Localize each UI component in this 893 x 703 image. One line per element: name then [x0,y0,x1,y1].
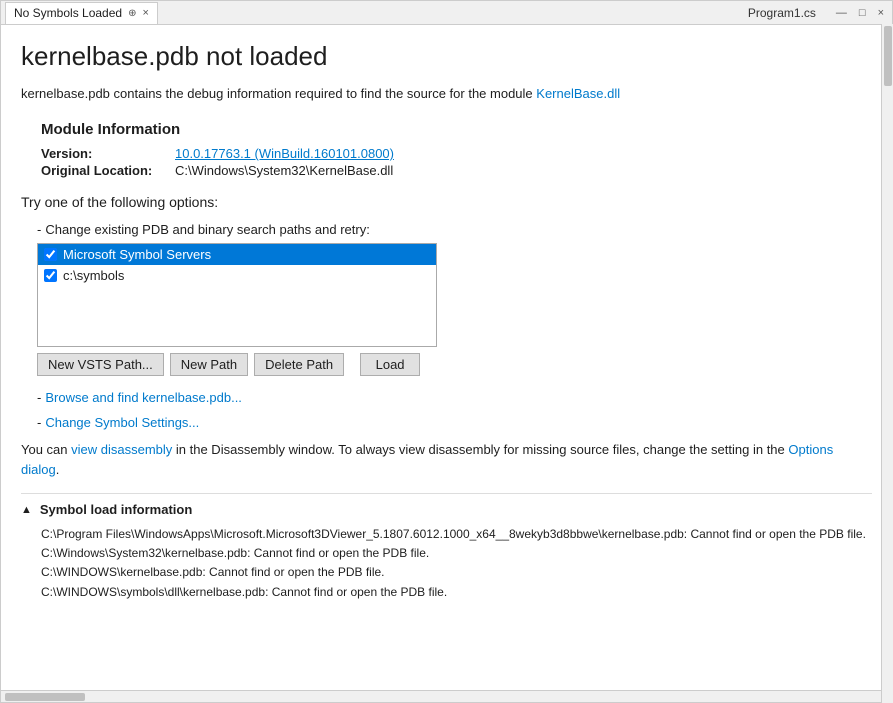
paths-empty-area [38,286,436,346]
option1-dash: - [37,222,41,237]
path-item-microsoft[interactable]: Microsoft Symbol Servers [38,244,436,265]
minimize-btn[interactable]: — [832,7,851,19]
inline-text: You can view disassembly in the Disassem… [21,440,872,479]
log-line-1: C:\Program Files\WindowsApps\Microsoft.M… [41,525,872,544]
change-symbol-settings-link[interactable]: Change Symbol Settings... [45,415,199,430]
option2-dash: - [37,390,41,405]
path-label-csymbols: c:\symbols [63,268,124,283]
option2-block: - Browse and find kernelbase.pdb... [37,390,872,405]
path-checkbox-microsoft[interactable] [44,248,57,261]
window-controls: Program1.cs — □ × [744,6,888,20]
load-button[interactable]: Load [360,353,420,376]
location-label: Original Location: [41,163,171,178]
log-line-2: C:\Windows\System32\kernelbase.pdb: Cann… [41,544,872,563]
chevron-icon[interactable]: ▲ [21,504,32,516]
options-title: Try one of the following options: [21,194,872,210]
description: kernelbase.pdb contains the debug inform… [21,86,872,101]
inline-mid: in the Disassembly window. To always vie… [172,442,788,457]
tab-label: No Symbols Loaded [14,6,122,20]
log-line-3: C:\WINDOWS\kernelbase.pdb: Cannot find o… [41,563,872,582]
symbol-section-label: Symbol load information [40,502,192,517]
option3-dash: - [37,415,41,430]
restore-btn[interactable]: □ [855,7,870,19]
path-item-csymbols[interactable]: c:\symbols [38,265,436,286]
location-row: Original Location: C:\Windows\System32\K… [41,163,872,178]
option1-text: Change existing PDB and binary search pa… [45,222,369,237]
content-area: kernelbase.pdb not loaded kernelbase.pdb… [1,25,892,690]
paths-list: Microsoft Symbol Servers c:\symbols [37,243,437,347]
page-title: kernelbase.pdb not loaded [21,41,872,72]
view-disassembly-link[interactable]: view disassembly [71,442,172,457]
new-path-button[interactable]: New Path [170,353,248,376]
symbol-section: ▲ Symbol load information C:\Program Fil… [21,493,872,602]
location-value: C:\Windows\System32\KernelBase.dll [175,163,393,178]
version-label: Version: [41,146,171,161]
delete-path-button[interactable]: Delete Path [254,353,344,376]
option1-header: - Change existing PDB and binary search … [37,222,872,237]
title-bar: No Symbols Loaded ⊕ × Program1.cs — □ × [1,1,892,25]
version-row: Version: 10.0.17763.1 (WinBuild.160101.0… [41,146,872,161]
buttons-row: New VSTS Path... New Path Delete Path Lo… [37,353,872,376]
horizontal-scrollbar[interactable] [1,690,892,702]
browse-find-link[interactable]: Browse and find kernelbase.pdb... [45,390,242,405]
tab-no-symbols[interactable]: No Symbols Loaded ⊕ × [5,2,158,24]
close-btn[interactable]: × [874,7,888,19]
vertical-scrollbar[interactable] [881,24,893,703]
vscroll-thumb [884,26,892,86]
module-information: Module Information Version: 10.0.17763.1… [41,121,872,178]
version-value[interactable]: 10.0.17763.1 (WinBuild.160101.0800) [175,146,394,161]
inline-end: . [56,462,60,477]
symbol-header: ▲ Symbol load information [21,502,872,517]
symbol-logs: C:\Program Files\WindowsApps\Microsoft.M… [41,525,872,602]
kernelbase-link[interactable]: KernelBase.dll [536,86,620,101]
path-checkbox-csymbols[interactable] [44,269,57,282]
tab-close-icon[interactable]: × [142,7,148,19]
filename-label: Program1.cs [744,6,820,20]
description-text: kernelbase.pdb contains the debug inform… [21,86,536,101]
new-vsts-path-button[interactable]: New VSTS Path... [37,353,164,376]
log-line-4: C:\WINDOWS\symbols\dll\kernelbase.pdb: C… [41,583,872,602]
scrollbar-thumb [5,693,85,701]
tab-pin-icon[interactable]: ⊕ [128,8,136,19]
inline-prefix: You can [21,442,71,457]
option1-block: - Change existing PDB and binary search … [37,222,872,376]
option3-block: - Change Symbol Settings... [37,415,872,430]
module-section-title: Module Information [41,121,872,138]
path-label-microsoft: Microsoft Symbol Servers [63,247,211,262]
